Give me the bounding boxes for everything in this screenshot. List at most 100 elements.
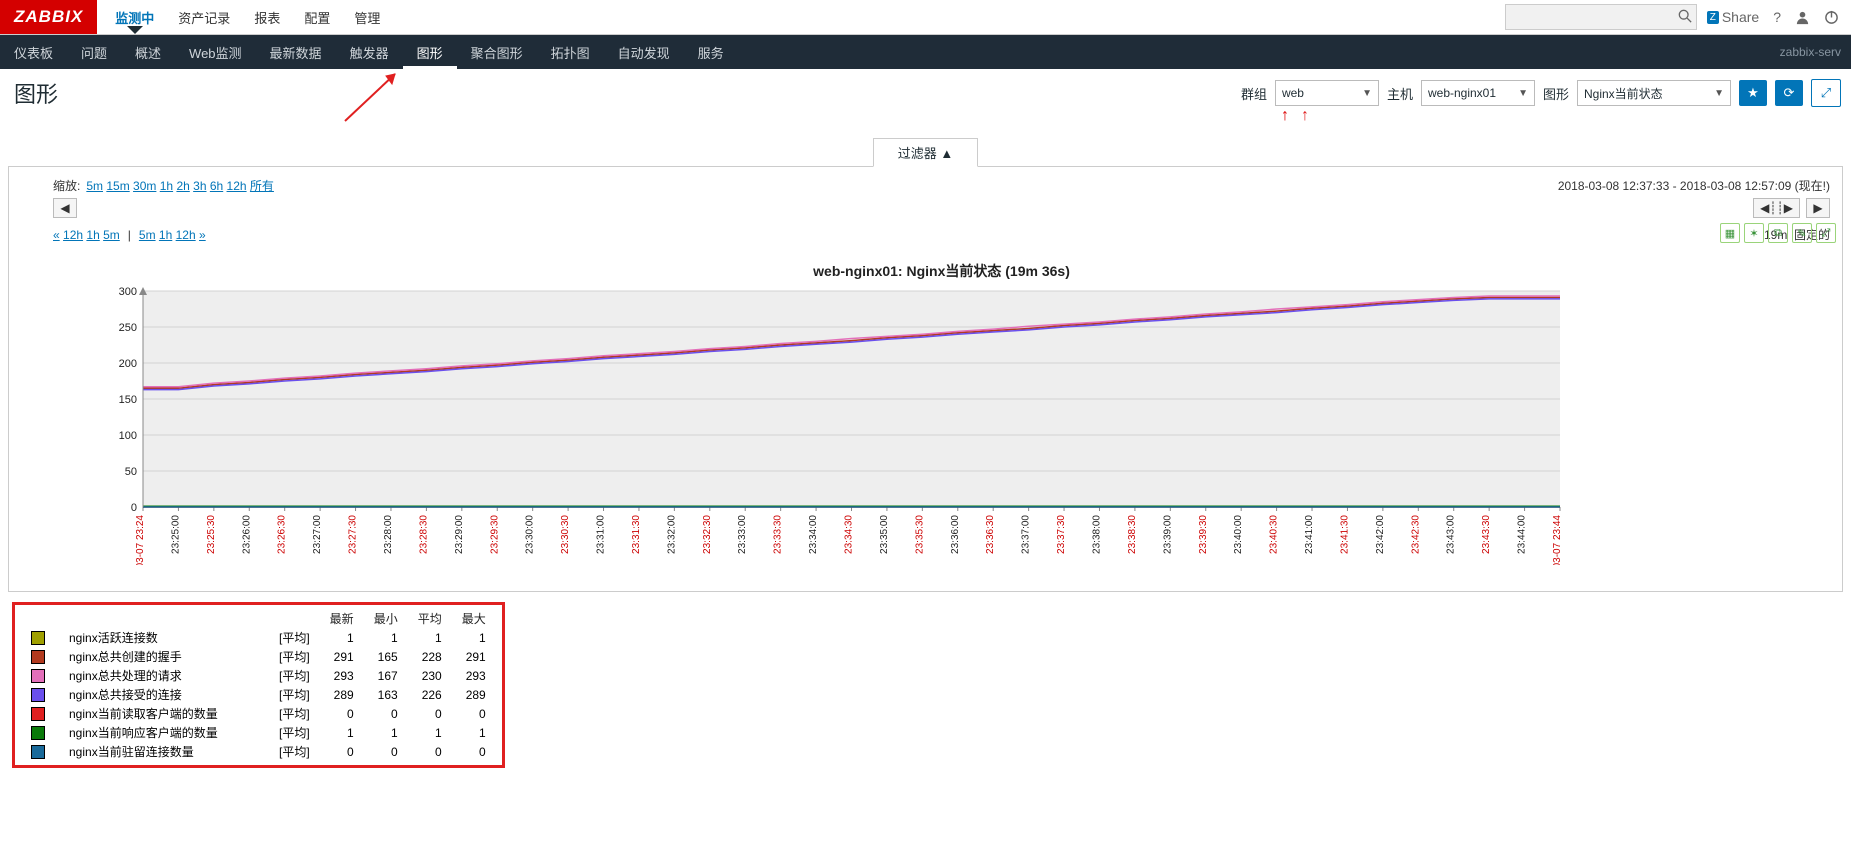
topnav-item[interactable]: 报表 [242, 0, 292, 34]
legend-agg: [平均] [269, 704, 320, 723]
chart-tool-icon[interactable]: ⤢ [1816, 223, 1836, 243]
share-button[interactable]: ZShare [1707, 9, 1759, 25]
legend-value: 289 [320, 685, 364, 704]
favorite-button[interactable]: ★ [1739, 80, 1767, 106]
zoom-label: 缩放: [53, 177, 80, 194]
chart-tool-icon[interactable]: ⧉ [1768, 223, 1788, 243]
legend-agg: [平均] [269, 685, 320, 704]
svg-text:23:42:30: 23:42:30 [1410, 515, 1421, 554]
legend-swatch [31, 650, 45, 664]
search-box [1505, 4, 1697, 30]
user-icon[interactable] [1795, 10, 1810, 25]
nav-back-link[interactable]: 12h [63, 228, 83, 242]
legend-value: 163 [364, 685, 408, 704]
svg-text:23:34:30: 23:34:30 [844, 515, 855, 554]
legend-col-header: 最小 [364, 609, 408, 628]
legend-name: nginx总共接受的连接 [59, 685, 269, 704]
filter-toggle[interactable]: 过滤器 ▲ [873, 138, 978, 167]
zoom-link[interactable]: 1h [160, 179, 173, 193]
legend-value: 0 [320, 742, 364, 761]
chart-tool-icon[interactable]: ▦ [1720, 223, 1740, 243]
subnav-item[interactable]: 服务 [684, 35, 738, 69]
zoom-row: 缩放: 5m 15m 30m 1h 2h 3h 6h 12h 所有 2018-0… [53, 177, 1830, 194]
fullscreen-button[interactable]: ⤢ [1811, 79, 1841, 107]
subnav-item[interactable]: 问题 [67, 35, 121, 69]
topnav-item[interactable]: 资产记录 [166, 0, 242, 34]
legend-value: 1 [364, 723, 408, 742]
legend-swatch [31, 726, 45, 740]
annotation-arrow-icon: ↑ [1301, 107, 1309, 125]
topnav-item[interactable]: 配置 [292, 0, 342, 34]
topnav-item[interactable]: 监测中 [103, 0, 166, 34]
nav-back-link[interactable]: « [53, 228, 60, 242]
search-icon[interactable] [1674, 9, 1696, 26]
page-back-button[interactable]: ◀ [53, 198, 77, 218]
page-header: 图形 群组 web▼ ↑ 主机 web-nginx01▼ ↑ 图形 Nginx当… [0, 69, 1851, 113]
svg-text:23:39:00: 23:39:00 [1162, 515, 1173, 554]
refresh-button[interactable]: ⟳ [1775, 80, 1803, 106]
legend-value: 167 [364, 666, 408, 685]
svg-text:23:25:00: 23:25:00 [170, 515, 181, 554]
zoom-link[interactable]: 30m [133, 179, 156, 193]
svg-text:23:38:00: 23:38:00 [1091, 515, 1102, 554]
svg-text:23:40:30: 23:40:30 [1269, 515, 1280, 554]
zoom-link[interactable]: 12h [227, 179, 247, 193]
subnav-item[interactable]: 仪表板 [0, 35, 67, 69]
subnav-item[interactable]: 触发器 [336, 35, 403, 69]
zoom-link[interactable]: 3h [193, 179, 206, 193]
legend-value: 1 [452, 628, 496, 647]
svg-text:03-07 23:24: 03-07 23:24 [135, 515, 146, 565]
sub-nav: 仪表板问题概述Web监测最新数据触发器图形聚合图形拓扑图自动发现服务zabbix… [0, 35, 1851, 69]
graph-select[interactable]: Nginx当前状态▼ ↑ [1577, 80, 1731, 106]
svg-text:300: 300 [119, 286, 137, 298]
zoom-link[interactable]: 5m [86, 179, 103, 193]
subnav-item[interactable]: 自动发现 [604, 35, 684, 69]
zoom-link[interactable]: 2h [176, 179, 189, 193]
chart: 05010015020025030003-07 23:2423:25:0023:… [53, 285, 1830, 573]
logout-icon[interactable] [1824, 10, 1839, 25]
topnav-item[interactable]: 管理 [342, 0, 392, 34]
chevron-down-icon: ▼ [1714, 88, 1724, 99]
nav-back-link[interactable]: 1h [86, 228, 99, 242]
zoom-link[interactable]: 15m [106, 179, 129, 193]
zoom-link[interactable]: 6h [210, 179, 223, 193]
chevron-down-icon: ▼ [1518, 88, 1528, 99]
search-input[interactable] [1506, 10, 1674, 24]
host-select[interactable]: web-nginx01▼ ↑ [1421, 80, 1535, 106]
svg-text:23:31:30: 23:31:30 [631, 515, 642, 554]
nav-back-link[interactable]: 5m [103, 228, 120, 242]
subnav-item[interactable]: 聚合图形 [457, 35, 537, 69]
group-select[interactable]: web▼ ↑ [1275, 80, 1379, 106]
zoom-link[interactable]: 所有 [250, 179, 274, 193]
chart-tool-icon[interactable]: ✎ [1792, 223, 1812, 243]
legend-row: nginx活跃连接数[平均]1111 [21, 628, 496, 647]
legend-value: 291 [452, 647, 496, 666]
nav-fwd-link[interactable]: » [199, 228, 206, 242]
chart-tool-icon[interactable]: ✶ [1744, 223, 1764, 243]
legend-value: 0 [364, 704, 408, 723]
legend-row: nginx总共接受的连接[平均]289163226289 [21, 685, 496, 704]
host-label: 主机 [1387, 84, 1413, 103]
svg-text:23:28:30: 23:28:30 [418, 515, 429, 554]
legend-row: nginx当前驻留连接数量[平均]0000 [21, 742, 496, 761]
svg-text:250: 250 [119, 322, 137, 334]
chart-svg: 05010015020025030003-07 23:2423:25:0023:… [113, 285, 1566, 565]
legend-swatch [31, 688, 45, 702]
nav-fwd-link[interactable]: 1h [159, 228, 172, 242]
subnav-item[interactable]: 图形 [403, 35, 457, 69]
subnav-item[interactable]: 概述 [121, 35, 175, 69]
page-step-button[interactable]: ◀┊┊▶ [1753, 198, 1800, 218]
subnav-item[interactable]: 最新数据 [256, 35, 336, 69]
subnav-item[interactable]: 拓扑图 [537, 35, 604, 69]
svg-text:23:32:30: 23:32:30 [702, 515, 713, 554]
legend-col-header: 平均 [408, 609, 452, 628]
page-fwd-button[interactable]: ▶ [1806, 198, 1830, 218]
subnav-item[interactable]: Web监测 [175, 35, 256, 69]
svg-text:23:30:30: 23:30:30 [560, 515, 571, 554]
help-icon[interactable]: ? [1773, 9, 1781, 25]
legend-value: 230 [408, 666, 452, 685]
svg-text:23:29:00: 23:29:00 [454, 515, 465, 554]
nav-fwd-link[interactable]: 12h [176, 228, 196, 242]
nav-fwd-link[interactable]: 5m [139, 228, 156, 242]
svg-text:23:40:00: 23:40:00 [1233, 515, 1244, 554]
